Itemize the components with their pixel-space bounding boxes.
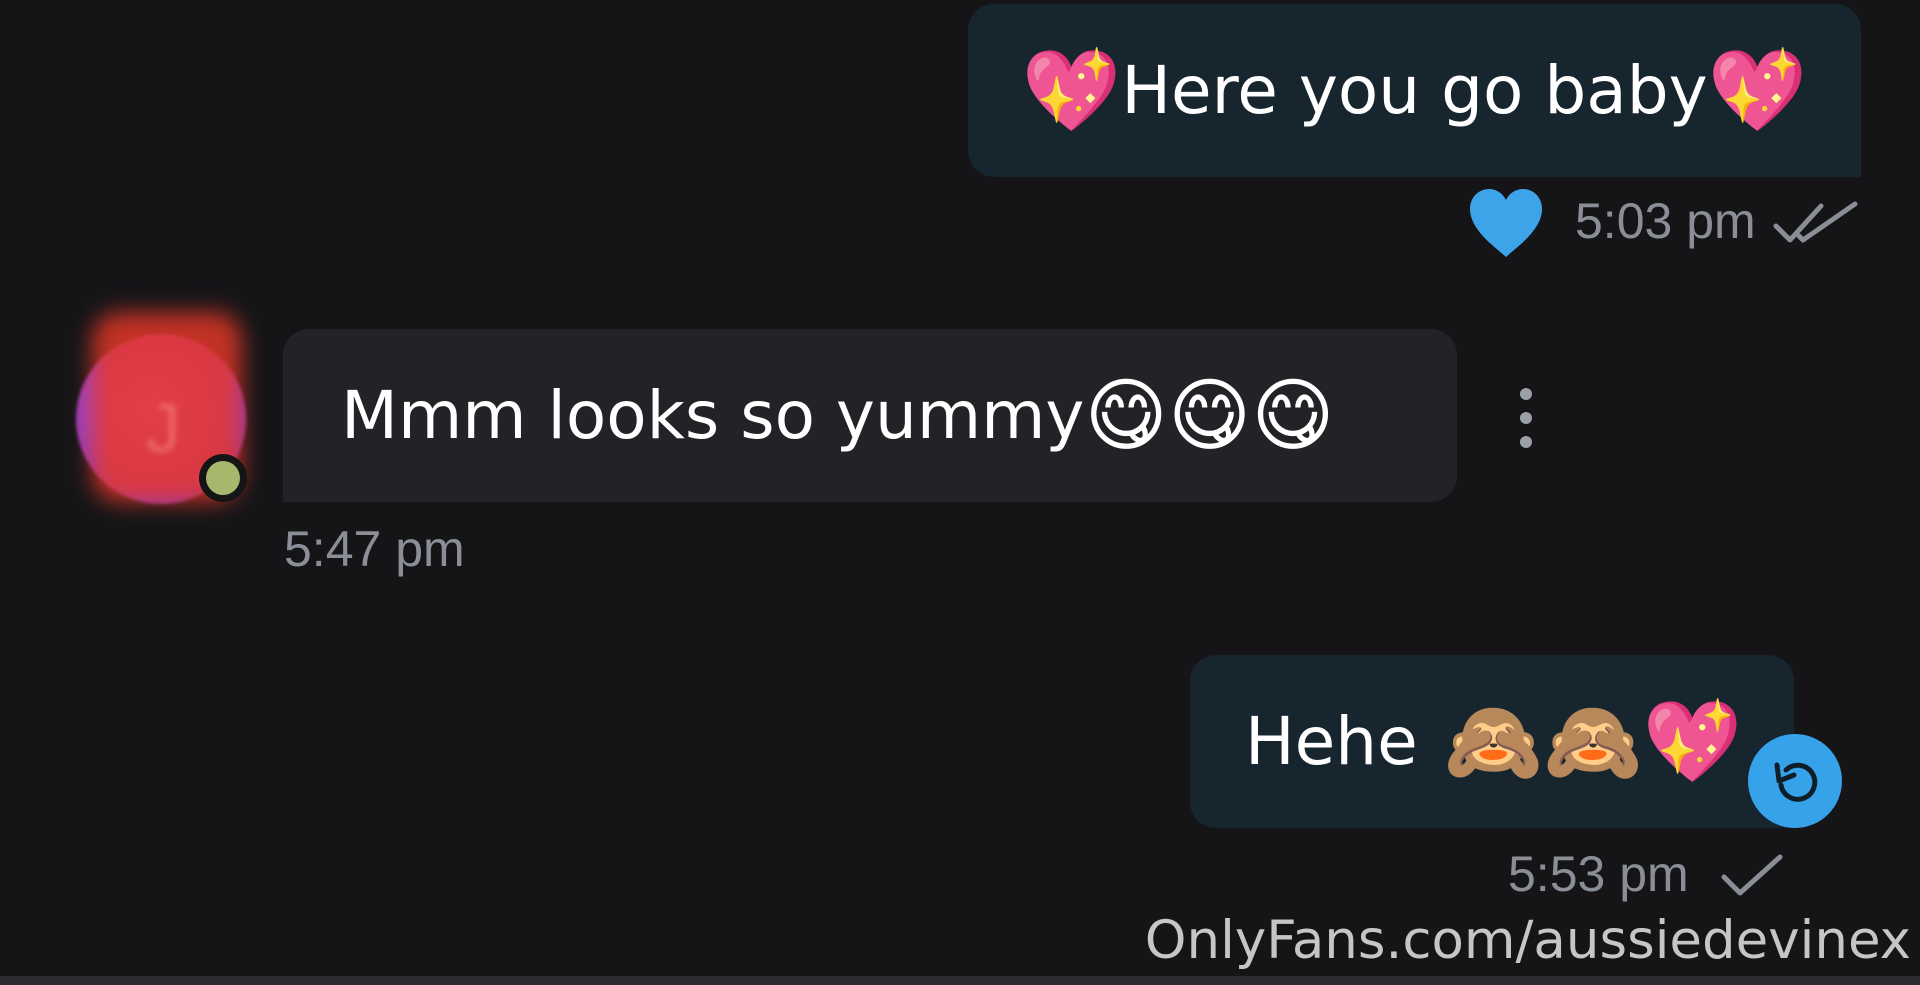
sparkling-heart-emoji: 💖 xyxy=(1021,43,1122,137)
undo-icon xyxy=(1774,762,1818,802)
online-status-indicator xyxy=(199,454,247,502)
message-text: Here you go baby xyxy=(1121,51,1708,129)
message-bubble-outgoing[interactable]: Hehe 🙈 🙈 💖 xyxy=(1190,655,1794,828)
message-timestamp: 5:03 pm xyxy=(1575,193,1756,249)
avatar[interactable]: J xyxy=(70,308,250,518)
message-timestamp: 5:47 pm xyxy=(284,521,465,577)
blue-heart-icon[interactable] xyxy=(1468,187,1544,259)
message-timestamp: 5:53 pm xyxy=(1508,846,1689,902)
double-check-icon xyxy=(1773,201,1858,243)
avatar-initial: J xyxy=(145,389,181,467)
check-icon xyxy=(1721,854,1783,896)
yum-face-emoji: 😋 xyxy=(1167,368,1252,462)
bottom-divider xyxy=(0,976,1920,985)
yum-face-emoji: 😋 xyxy=(1084,368,1168,462)
message-bubble-incoming[interactable]: Mmm looks so yummy 😋 😋 😋 xyxy=(283,329,1457,502)
watermark-text: OnlyFans.com/aussiedevinex xyxy=(1144,910,1911,971)
sparkling-heart-emoji: 💖 xyxy=(1642,694,1743,788)
message-bubble-outgoing[interactable]: 💖 Here you go baby 💖 xyxy=(968,4,1861,177)
undo-button[interactable] xyxy=(1748,734,1842,828)
more-vertical-icon[interactable] xyxy=(1510,388,1542,448)
sparkling-heart-emoji: 💖 xyxy=(1707,43,1808,137)
message-text: Hehe xyxy=(1245,702,1418,780)
message-text: Mmm looks so yummy xyxy=(341,376,1085,454)
see-no-evil-monkey-emoji: 🙈 xyxy=(1443,694,1544,788)
yum-face-emoji: 😋 xyxy=(1251,368,1335,462)
see-no-evil-monkey-emoji: 🙈 xyxy=(1543,694,1643,788)
